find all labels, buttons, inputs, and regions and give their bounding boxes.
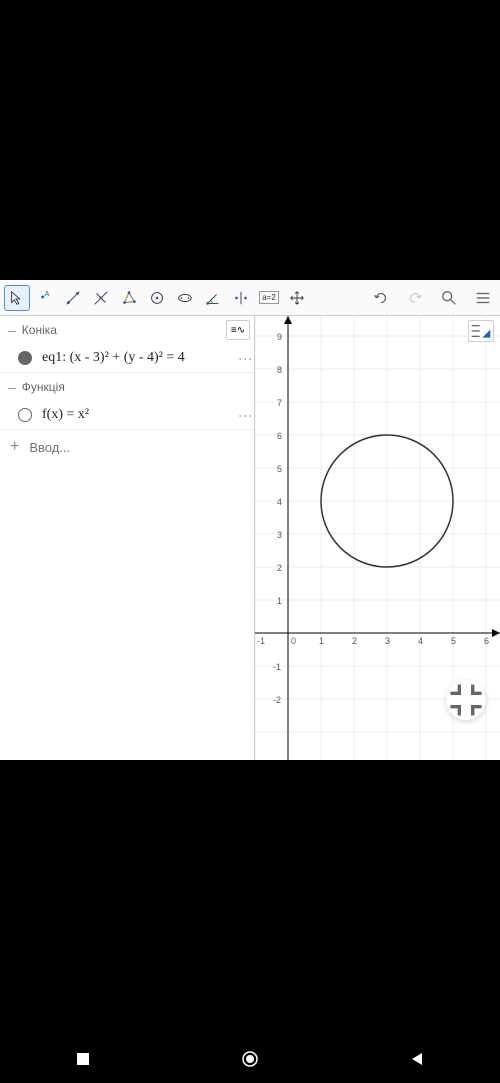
graphics-style-button[interactable] — [468, 320, 494, 342]
tool-move-view[interactable] — [284, 285, 310, 311]
undo-button[interactable] — [368, 285, 394, 311]
svg-text:9: 9 — [277, 332, 282, 342]
row-menu-fx[interactable]: ⋮ — [244, 409, 248, 422]
algebra-row-fx[interactable]: f(x) = x² ⋮ — [0, 401, 254, 430]
svg-text:2: 2 — [352, 636, 357, 646]
tool-angle[interactable] — [200, 285, 226, 311]
visibility-toggle-fx[interactable] — [18, 408, 32, 422]
tool-ellipse[interactable] — [172, 285, 198, 311]
collapse-icon: – — [8, 322, 16, 338]
svg-text:1: 1 — [319, 636, 324, 646]
tool-line[interactable] — [60, 285, 86, 311]
tool-cursor[interactable] — [4, 285, 30, 311]
tool-perpendicular[interactable] — [88, 285, 114, 311]
nav-home[interactable] — [238, 1047, 262, 1071]
svg-text:4: 4 — [277, 497, 282, 507]
svg-text:-1: -1 — [273, 662, 281, 672]
nav-back[interactable] — [405, 1047, 429, 1071]
toolbar: •A a=2 — [0, 280, 500, 316]
plus-icon: + — [10, 438, 19, 456]
algebra-sort-button[interactable]: ≡∿ — [226, 320, 250, 340]
section-function[interactable]: – Функція — [0, 373, 254, 401]
svg-text:-1: -1 — [257, 636, 265, 646]
android-nav-bar — [0, 1035, 500, 1083]
svg-text:1: 1 — [277, 596, 282, 606]
menu-button[interactable] — [470, 285, 496, 311]
section-conic[interactable]: – Коніка — [0, 316, 254, 344]
algebra-view: ≡∿ – Коніка eq1: (x - 3)² + (y - 4)² = 4… — [0, 316, 255, 760]
graphics-view[interactable]: -1 0 1 2 3 4 5 6 9 8 7 6 5 4 3 2 1 -1 -2 — [255, 316, 500, 760]
algebra-row-eq1[interactable]: eq1: (x - 3)² + (y - 4)² = 4 ⋮ — [0, 344, 254, 373]
tool-slider[interactable]: a=2 — [256, 285, 282, 311]
tool-reflect[interactable] — [228, 285, 254, 311]
visibility-toggle-eq1[interactable] — [18, 351, 32, 365]
svg-text:6: 6 — [484, 636, 489, 646]
section-function-label: Функція — [22, 380, 65, 394]
svg-text:-2: -2 — [273, 695, 281, 705]
exit-fullscreen-button[interactable] — [446, 680, 486, 720]
tool-point[interactable]: •A — [32, 285, 58, 311]
tool-polygon[interactable] — [116, 285, 142, 311]
svg-text:7: 7 — [277, 398, 282, 408]
tool-circle-center[interactable] — [144, 285, 170, 311]
fx-expression: f(x) = x² — [42, 407, 89, 423]
toolbar-right — [368, 285, 496, 311]
nav-recent[interactable] — [71, 1047, 95, 1071]
svg-text:6: 6 — [277, 431, 282, 441]
algebra-input[interactable] — [29, 440, 244, 455]
section-conic-label: Коніка — [22, 323, 57, 337]
row-menu-eq1[interactable]: ⋮ — [244, 352, 248, 365]
svg-text:8: 8 — [277, 365, 282, 375]
svg-text:2: 2 — [277, 563, 282, 573]
svg-text:3: 3 — [277, 530, 282, 540]
search-button[interactable] — [436, 285, 462, 311]
eq1-expression: eq1: (x - 3)² + (y - 4)² = 4 — [42, 350, 185, 366]
svg-text:5: 5 — [277, 464, 282, 474]
collapse-icon: – — [8, 379, 16, 395]
svg-text:5: 5 — [451, 636, 456, 646]
svg-text:4: 4 — [418, 636, 423, 646]
redo-button[interactable] — [402, 285, 428, 311]
svg-text:0: 0 — [291, 636, 296, 646]
app-window: •A a=2 ≡∿ – Коніка eq1: (x - 3)² + (y - … — [0, 280, 500, 760]
axis-labels: -1 0 1 2 3 4 5 6 9 8 7 6 5 4 3 2 1 -1 -2 — [257, 332, 489, 705]
input-row: + — [0, 430, 254, 464]
content-area: ≡∿ – Коніка eq1: (x - 3)² + (y - 4)² = 4… — [0, 316, 500, 760]
svg-text:3: 3 — [385, 636, 390, 646]
